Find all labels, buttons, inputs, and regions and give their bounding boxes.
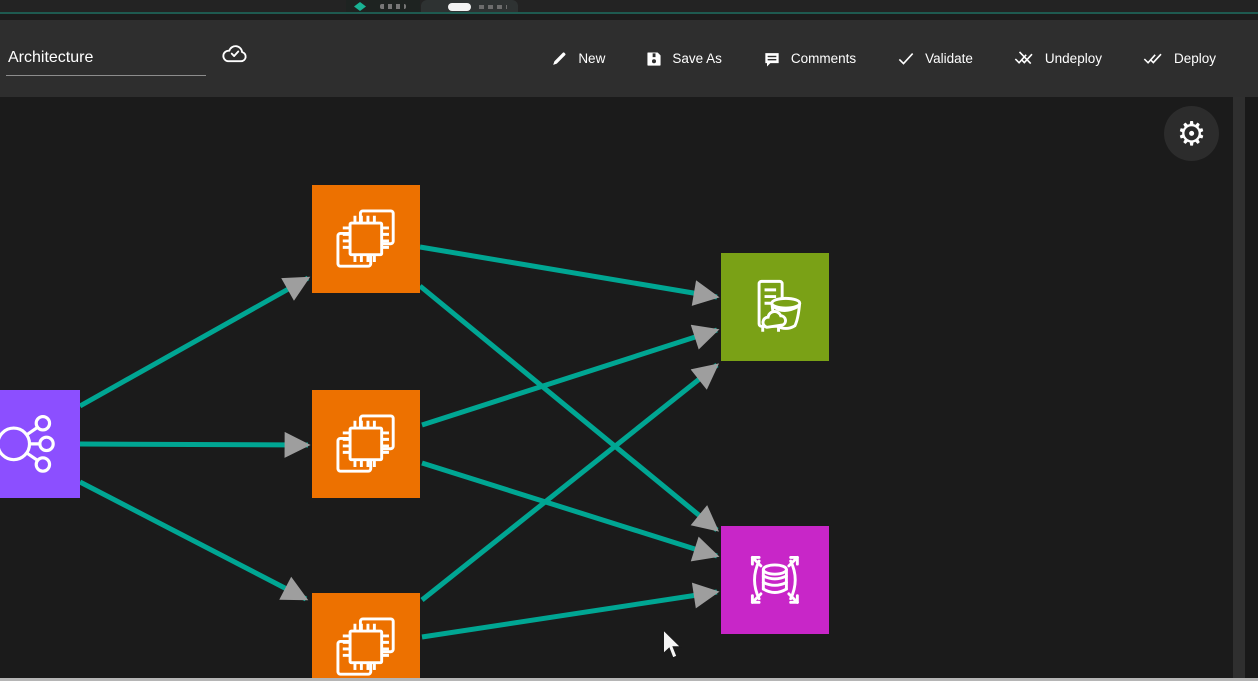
tab-logo-icon [354, 2, 366, 11]
node-compute-2[interactable] [312, 390, 420, 498]
diagram-canvas[interactable]: ⚙ [0, 97, 1233, 678]
edge-compute-1-to-database[interactable] [420, 286, 717, 530]
scalable-database-icon [736, 541, 814, 619]
tab-fragment-left[interactable] [346, 0, 420, 12]
undeploy-label: Undeploy [1045, 51, 1102, 66]
vertical-scrollbar[interactable] [1233, 97, 1245, 678]
tab-fragment-right[interactable] [421, 0, 518, 12]
ec2-instances-icon [327, 200, 405, 278]
edge-load-balancer-to-compute-2[interactable] [80, 444, 308, 445]
edge-load-balancer-to-compute-3[interactable] [80, 482, 306, 599]
node-load-balancer[interactable] [0, 390, 80, 498]
tab-dashes [479, 5, 507, 9]
ec2-instances-icon [327, 608, 405, 678]
node-compute-3[interactable] [312, 593, 420, 678]
right-margin [1245, 97, 1258, 678]
top-tab-strip [0, 0, 1258, 12]
edge-load-balancer-to-compute-1[interactable] [80, 278, 308, 406]
validate-label: Validate [925, 51, 973, 66]
gear-icon: ⚙ [1177, 117, 1207, 150]
save-as-label: Save As [672, 51, 722, 66]
node-compute-1[interactable] [312, 185, 420, 293]
comments-icon [762, 49, 782, 69]
tab-pill-icon [448, 3, 471, 11]
undeploy-button[interactable]: Undeploy [1013, 49, 1102, 69]
load-balancer-icon [0, 405, 65, 483]
comments-button[interactable]: Comments [762, 49, 856, 69]
edges-layer [0, 97, 1233, 678]
storage-bucket-icon [736, 268, 814, 346]
node-database[interactable] [721, 526, 829, 634]
undeploy-icon [1013, 49, 1036, 69]
cloud-check-icon [220, 41, 250, 70]
save-icon [645, 50, 663, 68]
edge-compute-3-to-database[interactable] [422, 592, 717, 637]
comments-label: Comments [791, 51, 856, 66]
deploy-label: Deploy [1174, 51, 1216, 66]
architecture-name-input[interactable] [6, 45, 206, 76]
ec2-instances-icon [327, 405, 405, 483]
pencil-icon [550, 49, 569, 68]
edge-compute-2-to-database[interactable] [422, 463, 717, 556]
tab-text-fragment [380, 4, 406, 9]
check-icon [896, 49, 916, 69]
canvas-settings-button[interactable]: ⚙ [1164, 106, 1219, 161]
new-button[interactable]: New [550, 49, 605, 68]
edge-compute-1-to-storage[interactable] [420, 247, 717, 297]
deploy-icon [1142, 49, 1165, 69]
edge-compute-3-to-storage[interactable] [422, 365, 717, 600]
node-storage[interactable] [721, 253, 829, 361]
new-label: New [578, 51, 605, 66]
save-as-button[interactable]: Save As [645, 50, 722, 68]
deploy-button[interactable]: Deploy [1142, 49, 1216, 69]
validate-button[interactable]: Validate [896, 49, 973, 69]
toolbar: New Save As Comments [0, 20, 1258, 97]
